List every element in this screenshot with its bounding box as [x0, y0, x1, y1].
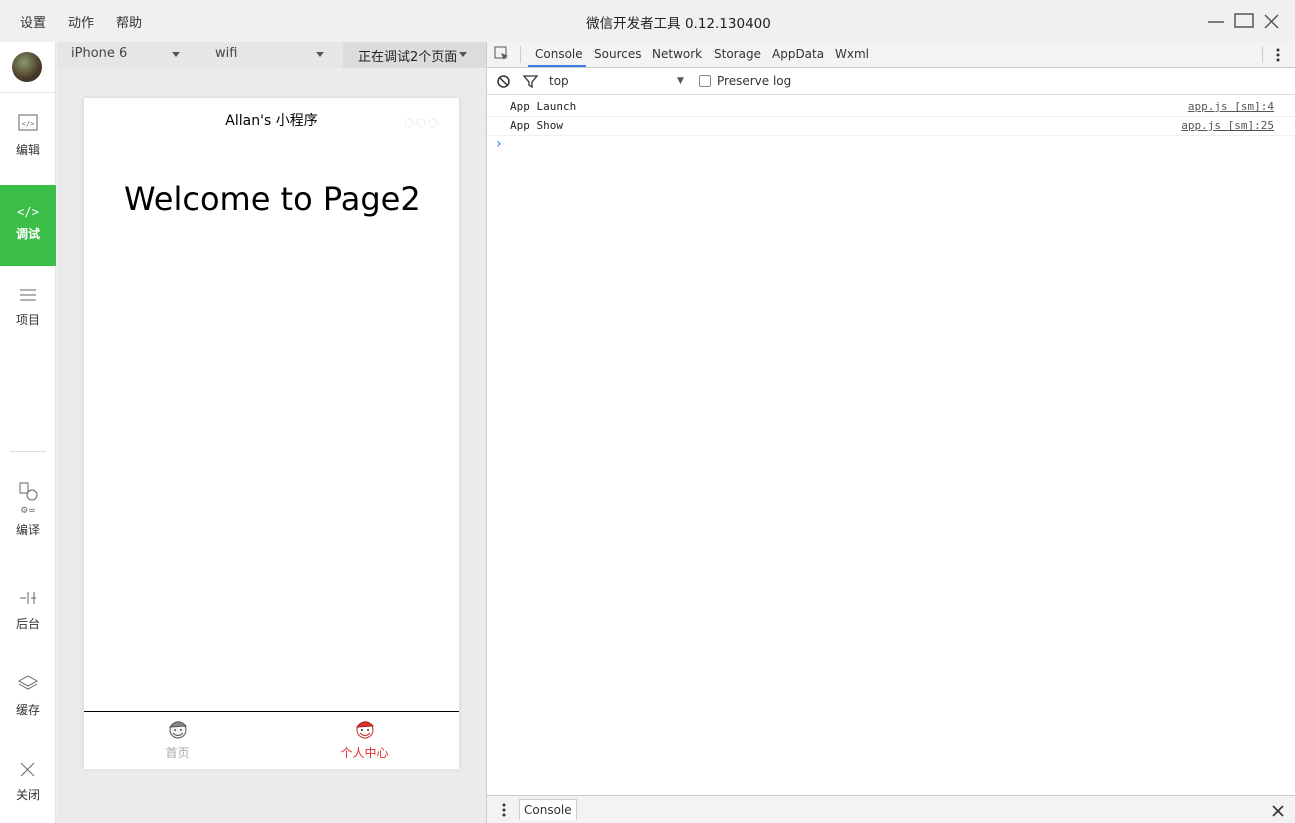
svg-text:</>: </> — [17, 205, 39, 219]
preserve-log-label: Preserve log — [717, 74, 792, 88]
maximize-icon — [1234, 13, 1254, 28]
dropdown-triangle-icon: ▼ — [677, 76, 684, 86]
tab-sources[interactable]: Sources — [594, 47, 641, 61]
sidebar-item-label: 缓存 — [15, 703, 40, 717]
tab-profile[interactable]: 个人中心 — [271, 716, 458, 761]
drawer-menu-icon[interactable] — [501, 802, 507, 822]
divider — [0, 92, 56, 93]
preserve-log-checkbox[interactable] — [699, 75, 711, 87]
santa-avatar-icon — [168, 721, 187, 739]
drawer-close-button[interactable] — [1272, 802, 1284, 821]
tab-label: 首页 — [165, 746, 190, 760]
avatar[interactable] — [12, 52, 42, 82]
layers-icon — [17, 675, 39, 690]
debug-pages-value: 正在调试2个页面 — [358, 50, 458, 65]
window-title: 微信开发者工具 0.12.130400 — [586, 16, 771, 32]
devtools-tabbar: Console Sources Network Storage AppData … — [487, 42, 1295, 68]
console-log-row: App Launch app.js [sm]:4 — [487, 97, 1295, 117]
minimize-button[interactable] — [1205, 10, 1227, 32]
tab-label: 个人中心 — [340, 746, 389, 760]
device-toolbar: iPhone 6 wifi 正在调试2个页面 — [57, 42, 486, 68]
sidebar-item-compile[interactable]: ⚙= 编译 — [0, 482, 56, 538]
network-select-value: wifi — [215, 46, 238, 61]
divider — [1262, 46, 1263, 63]
console-drawer: Console — [487, 795, 1295, 823]
page-content-text: Welcome to Page2 — [124, 180, 421, 218]
tab-wxml[interactable]: Wxml — [835, 47, 869, 61]
inspect-element-icon[interactable] — [494, 46, 510, 66]
capsule-dots-icon[interactable] — [404, 113, 438, 132]
svg-text:</>: </> — [22, 120, 35, 128]
console-input[interactable]: › — [487, 136, 1295, 156]
more-options-icon[interactable] — [1275, 47, 1281, 67]
console-log-row: App Show app.js [sm]:25 — [487, 116, 1295, 136]
close-icon — [20, 762, 35, 777]
title-bar: 设置 动作 帮助 微信开发者工具 0.12.130400 — [0, 0, 1295, 42]
console-toolbar: top ▼ Preserve log — [487, 68, 1295, 95]
chevron-down-icon — [459, 52, 467, 57]
tab-console[interactable]: Console — [535, 47, 583, 61]
compile-icon: ⚙= — [19, 482, 38, 516]
filter-icon[interactable] — [522, 74, 539, 93]
sidebar-item-label: 编译 — [15, 523, 40, 537]
clear-console-icon[interactable] — [496, 74, 511, 93]
sidebar-item-debug[interactable]: </> 调试 — [0, 185, 56, 266]
network-select[interactable]: wifi — [200, 42, 343, 68]
log-source-link[interactable]: app.js [sm]:4 — [1188, 100, 1274, 113]
device-select-value: iPhone 6 — [71, 46, 128, 61]
minimize-icon — [1208, 21, 1224, 23]
sidebar: </> 编辑 </> 调试 项目 ⚙= 编译 后台 缓存 关闭 — [0, 42, 56, 823]
tab-storage[interactable]: Storage — [714, 47, 761, 61]
sidebar-item-label: 调试 — [15, 227, 40, 241]
phone-simulator: Allan's 小程序 Welcome to Page2 首页 个人中心 — [84, 98, 459, 769]
sidebar-item-label: 项目 — [15, 313, 40, 327]
device-select[interactable]: iPhone 6 — [57, 42, 200, 68]
chevron-down-icon — [316, 52, 324, 57]
debug-code-icon: </> — [17, 205, 39, 219]
sidebar-item-label: 编辑 — [15, 143, 40, 157]
sidebar-item-label: 关闭 — [15, 788, 40, 802]
close-icon — [1264, 14, 1279, 29]
maximize-button[interactable] — [1233, 10, 1255, 32]
sidebar-item-close[interactable]: 关闭 — [0, 761, 56, 803]
drawer-tab-console[interactable]: Console — [519, 799, 577, 820]
sidebar-item-project[interactable]: 项目 — [0, 288, 56, 328]
background-icon — [20, 592, 36, 604]
code-editor-icon: </> — [18, 114, 38, 131]
close-icon — [1272, 805, 1284, 817]
nav-title: Allan's 小程序 — [225, 113, 318, 129]
debug-pages-select[interactable]: 正在调试2个页面 — [343, 42, 486, 68]
divider — [520, 46, 521, 63]
context-select-value: top — [549, 74, 569, 88]
tab-home[interactable]: 首页 — [84, 716, 271, 761]
log-message: App Show — [510, 119, 563, 132]
devtools-panel: Console Sources Network Storage AppData … — [486, 42, 1295, 823]
sidebar-item-cache[interactable]: 缓存 — [0, 674, 56, 718]
santa-avatar-red-icon — [355, 721, 374, 739]
active-tab-indicator — [528, 65, 586, 67]
log-message: App Launch — [510, 100, 577, 113]
tab-appdata[interactable]: AppData — [772, 47, 824, 61]
tab-bar: 首页 个人中心 — [84, 711, 459, 769]
log-source-link[interactable]: app.js [sm]:25 — [1181, 119, 1274, 132]
tab-network[interactable]: Network — [652, 47, 702, 61]
svg-text:⚙=: ⚙= — [20, 506, 36, 516]
divider — [10, 451, 46, 452]
context-select[interactable]: top ▼ — [543, 68, 688, 94]
prompt-chevron-icon: › — [496, 136, 502, 152]
menu-lines-icon — [20, 289, 36, 301]
sidebar-item-edit[interactable]: </> 编辑 — [0, 114, 56, 158]
chevron-down-icon — [172, 52, 180, 57]
sidebar-item-background[interactable]: 后台 — [0, 590, 56, 632]
window-close-button[interactable] — [1261, 10, 1283, 32]
sidebar-item-label: 后台 — [15, 617, 40, 631]
